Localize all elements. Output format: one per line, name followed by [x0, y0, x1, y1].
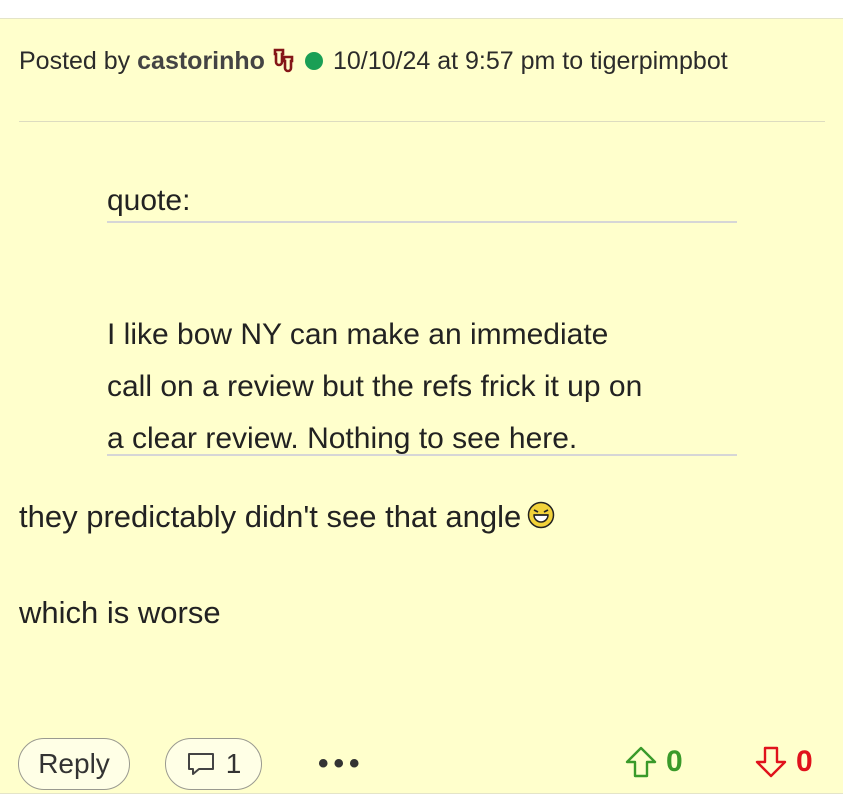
- quote-line: a clear review. Nothing to see here.: [107, 422, 578, 455]
- comment-icon: [186, 751, 216, 777]
- laughing-emoji-icon: [527, 499, 555, 529]
- comments-button[interactable]: 1: [165, 738, 262, 790]
- arrow-up-icon: [625, 746, 657, 778]
- comment-count: 1: [225, 748, 242, 779]
- post-body-line: they predictably didn't see that angle: [19, 497, 555, 537]
- post-body-text: they predictably didn't see that angle: [19, 499, 522, 534]
- post-timestamp[interactable]: 10/10/24 at 9:57 pm: [333, 47, 555, 75]
- upvote-button[interactable]: 0: [624, 745, 683, 779]
- to-label: to: [562, 47, 584, 75]
- quote-label: quote:: [107, 184, 191, 217]
- author-link[interactable]: castorinho: [137, 47, 265, 75]
- reply-to-user-link[interactable]: tigerpimpbot: [590, 47, 728, 75]
- arrow-down-icon: [755, 746, 787, 778]
- header-divider: [19, 121, 825, 122]
- more-options-button[interactable]: •••: [318, 747, 365, 781]
- posted-by-label: Posted by: [19, 47, 131, 75]
- reply-button[interactable]: Reply: [18, 738, 130, 790]
- quote-text: I like bow NY can make an immediate call…: [107, 309, 747, 465]
- reply-button-label: Reply: [38, 748, 110, 779]
- quote-line: call on a review but the refs frick it u…: [107, 370, 643, 403]
- downvote-count: 0: [796, 745, 813, 778]
- ou-logo-icon: [271, 47, 297, 73]
- forum-post: Posted by castorinho 10/10/24 at 9:57 pm…: [0, 18, 843, 794]
- quote-top-divider: [107, 221, 737, 223]
- downvote-button[interactable]: 0: [754, 745, 813, 779]
- post-body-line: which is worse: [19, 595, 221, 630]
- quote-line: I like bow NY can make an immediate: [107, 318, 609, 351]
- post-header: Posted by castorinho 10/10/24 at 9:57 pm…: [19, 45, 728, 77]
- upvote-count: 0: [666, 745, 683, 778]
- online-status-icon: [304, 52, 323, 70]
- quote-bottom-divider: [107, 454, 737, 456]
